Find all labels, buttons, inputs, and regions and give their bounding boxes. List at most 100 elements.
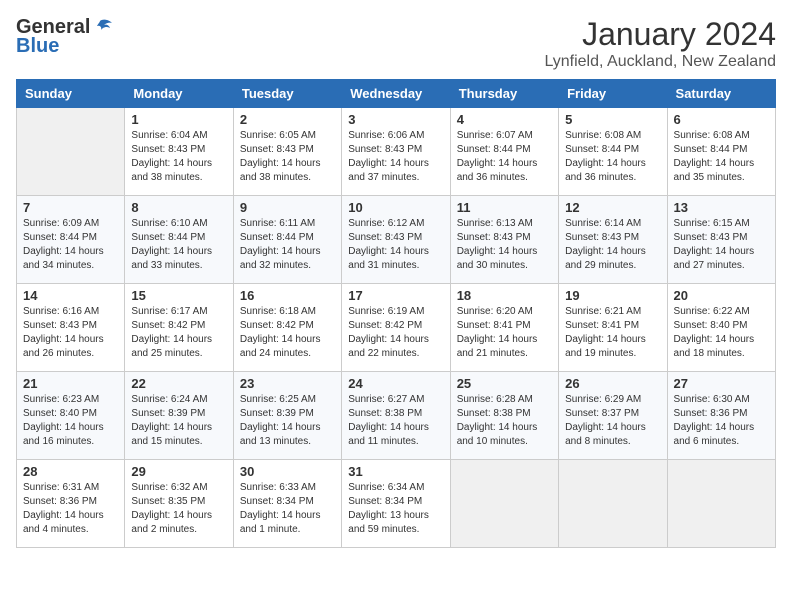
logo-bird-icon	[92, 19, 114, 37]
sunset-text: Sunset: 8:39 PM	[240, 408, 314, 419]
daylight-hours-text: Daylight: 14 hours	[565, 158, 646, 169]
day-info: Sunrise: 6:21 AMSunset: 8:41 PMDaylight:…	[565, 305, 660, 361]
sunrise-text: Sunrise: 6:07 AM	[457, 130, 533, 141]
sunrise-text: Sunrise: 6:08 AM	[674, 130, 750, 141]
daylight-hours-text: Daylight: 14 hours	[23, 422, 104, 433]
daylight-minutes-text: and 30 minutes.	[457, 260, 528, 271]
calendar-cell: 11Sunrise: 6:13 AMSunset: 8:43 PMDayligh…	[450, 196, 558, 284]
day-info: Sunrise: 6:12 AMSunset: 8:43 PMDaylight:…	[348, 217, 443, 273]
calendar-cell: 24Sunrise: 6:27 AMSunset: 8:38 PMDayligh…	[342, 372, 450, 460]
day-info: Sunrise: 6:32 AMSunset: 8:35 PMDaylight:…	[131, 481, 226, 537]
calendar-cell: 22 Sunrise: 6:24 AMSunset: 8:39 PMDayligh…	[125, 372, 233, 460]
day-number: 22	[131, 376, 226, 391]
daylight-hours-text: Daylight: 14 hours	[23, 334, 104, 345]
calendar-cell: 15Sunrise: 6:17 AMSunset: 8:42 PMDayligh…	[125, 284, 233, 372]
day-number: 4	[457, 112, 552, 127]
sunrise-text: Sunrise: 6:15 AM	[674, 218, 750, 229]
day-info: Sunrise: 6:07 AMSunset: 8:44 PMDaylight:…	[457, 129, 552, 185]
sunrise-text: Sunrise: 6:24 AM	[131, 394, 207, 405]
sunset-text: Sunset: 8:44 PM	[674, 144, 748, 155]
title-section: January 2024 Lynfield, Auckland, New Zea…	[544, 16, 776, 71]
sunrise-text: Sunrise: 6:09 AM	[23, 218, 99, 229]
day-info: Sunrise: 6:05 AMSunset: 8:43 PMDaylight:…	[240, 129, 335, 185]
sunrise-text: Sunrise: 6:21 AM	[565, 306, 641, 317]
calendar-cell	[450, 460, 558, 548]
calendar-cell	[667, 460, 775, 548]
calendar-cell	[17, 108, 125, 196]
calendar-cell: 8Sunrise: 6:10 AMSunset: 8:44 PMDaylight…	[125, 196, 233, 284]
sunrise-text: Sunrise: 6:04 AM	[131, 130, 207, 141]
calendar-header: Sunday Monday Tuesday Wednesday Thursday…	[17, 80, 776, 108]
calendar-week-row: 7Sunrise: 6:09 AMSunset: 8:44 PMDaylight…	[17, 196, 776, 284]
daylight-minutes-text: and 4 minutes.	[23, 524, 89, 535]
day-number: 29	[131, 464, 226, 479]
sunrise-text: Sunrise: 6:10 AM	[131, 218, 207, 229]
calendar-cell: 21 Sunrise: 6:23 AMSunset: 8:40 PMDayligh…	[17, 372, 125, 460]
sunset-text: Sunset: 8:44 PM	[131, 232, 205, 243]
day-number: 31	[348, 464, 443, 479]
header-thursday: Thursday	[450, 80, 558, 108]
day-info: Sunrise: 6:10 AMSunset: 8:44 PMDaylight:…	[131, 217, 226, 273]
day-info: Sunrise: 6:25 AMSunset: 8:39 PMDaylight:…	[240, 393, 335, 449]
daylight-hours-text: Daylight: 14 hours	[348, 422, 429, 433]
daylight-hours-text: Daylight: 14 hours	[240, 334, 321, 345]
calendar-cell	[559, 460, 667, 548]
sunrise-text: Sunrise: 6:08 AM	[565, 130, 641, 141]
sunset-text: Sunset: 8:43 PM	[674, 232, 748, 243]
day-info: Sunrise: 6:20 AMSunset: 8:41 PMDaylight:…	[457, 305, 552, 361]
sunrise-text: Sunrise: 6:27 AM	[348, 394, 424, 405]
location: Lynfield, Auckland, New Zealand	[544, 53, 776, 71]
daylight-minutes-text: and 24 minutes.	[240, 348, 311, 359]
header-saturday: Saturday	[667, 80, 775, 108]
sunset-text: Sunset: 8:42 PM	[240, 320, 314, 331]
header-sunday: Sunday	[17, 80, 125, 108]
day-info: Sunrise: 6:18 AMSunset: 8:42 PMDaylight:…	[240, 305, 335, 361]
calendar-week-row: 1Sunrise: 6:04 AMSunset: 8:43 PMDaylight…	[17, 108, 776, 196]
header-row: Sunday Monday Tuesday Wednesday Thursday…	[17, 80, 776, 108]
sunrise-text: Sunrise: 6:11 AM	[240, 218, 315, 229]
day-number: 24	[348, 376, 443, 391]
daylight-minutes-text: and 8 minutes.	[565, 436, 631, 447]
header-monday: Monday	[125, 80, 233, 108]
daylight-minutes-text: and 35 minutes.	[674, 172, 745, 183]
daylight-minutes-text: and 36 minutes.	[565, 172, 636, 183]
day-number: 18	[457, 288, 552, 303]
sunrise-text: Sunrise: 6:16 AM	[23, 306, 99, 317]
daylight-hours-text: Daylight: 14 hours	[131, 334, 212, 345]
day-number: 14	[23, 288, 118, 303]
daylight-hours-text: Daylight: 14 hours	[240, 510, 321, 521]
sunrise-text: Sunrise: 6:20 AM	[457, 306, 533, 317]
calendar-cell: 29Sunrise: 6:32 AMSunset: 8:35 PMDayligh…	[125, 460, 233, 548]
sunrise-text: Sunrise: 6:32 AM	[131, 482, 207, 493]
daylight-minutes-text: and 36 minutes.	[457, 172, 528, 183]
sunrise-text: Sunrise: 6:14 AM	[565, 218, 641, 229]
sunrise-text: Sunrise: 6:29 AM	[565, 394, 641, 405]
day-info: Sunrise: 6:33 AMSunset: 8:34 PMDaylight:…	[240, 481, 335, 537]
sunset-text: Sunset: 8:35 PM	[131, 496, 205, 507]
daylight-minutes-text: and 19 minutes.	[565, 348, 636, 359]
day-number: 21	[23, 376, 118, 391]
day-number: 11	[457, 200, 552, 215]
day-number: 7	[23, 200, 118, 215]
sunset-text: Sunset: 8:42 PM	[348, 320, 422, 331]
calendar-cell: 31Sunrise: 6:34 AMSunset: 8:34 PMDayligh…	[342, 460, 450, 548]
day-number: 2	[240, 112, 335, 127]
day-number: 23	[240, 376, 335, 391]
daylight-hours-text: Daylight: 14 hours	[674, 334, 755, 345]
daylight-hours-text: Daylight: 14 hours	[23, 510, 104, 521]
day-info: Sunrise: 6:24 AMSunset: 8:39 PMDaylight:…	[131, 393, 226, 449]
sunrise-text: Sunrise: 6:06 AM	[348, 130, 424, 141]
sunrise-text: Sunrise: 6:19 AM	[348, 306, 424, 317]
day-info: Sunrise: 6:23 AMSunset: 8:40 PMDaylight:…	[23, 393, 118, 449]
day-number: 10	[348, 200, 443, 215]
daylight-minutes-text: and 13 minutes.	[240, 436, 311, 447]
sunset-text: Sunset: 8:42 PM	[131, 320, 205, 331]
calendar-cell: 18 Sunrise: 6:20 AMSunset: 8:41 PMDayligh…	[450, 284, 558, 372]
daylight-hours-text: Daylight: 14 hours	[457, 334, 538, 345]
day-info: Sunrise: 6:22 AMSunset: 8:40 PMDaylight:…	[674, 305, 769, 361]
sunset-text: Sunset: 8:40 PM	[23, 408, 97, 419]
daylight-hours-text: Daylight: 14 hours	[674, 158, 755, 169]
day-number: 13	[674, 200, 769, 215]
day-number: 3	[348, 112, 443, 127]
day-info: Sunrise: 6:08 AMSunset: 8:44 PMDaylight:…	[565, 129, 660, 185]
